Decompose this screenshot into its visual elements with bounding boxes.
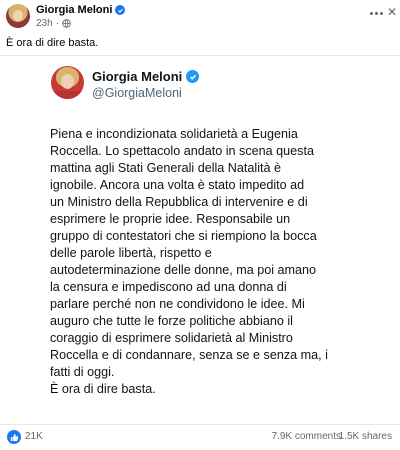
tweet-line: È ora di dire basta.	[50, 382, 156, 396]
author-name-row: Giorgia Meloni	[36, 4, 126, 16]
tweet-line: coraggio di esprimere solidarietà al Min…	[50, 331, 293, 345]
tweet-line: un Ministro della Repubblica di interven…	[50, 195, 308, 209]
like-thumb-icon	[7, 430, 21, 444]
post-header: Giorgia Meloni 23h · ✕	[0, 0, 400, 34]
tweet-text: Piena e incondizionata solidarietà a Eug…	[50, 126, 390, 398]
tweet-line: esprimere le proprie idee. Responsabile …	[50, 212, 291, 226]
tweet-line: Roccella. Lo spettacolo andato in scena …	[50, 144, 314, 158]
tweet-image[interactable]: Giorgia Meloni @GiorgiaMeloni Piena e in…	[0, 55, 400, 425]
tweet-line: Roccella e di condannare, senza se e sen…	[50, 348, 328, 362]
tweet-line: gruppo di contestatori che si riempiono …	[50, 229, 317, 243]
tweet-line: fatti di oggi.	[50, 365, 115, 379]
tweet-line: parlare perché non ne condividono le ide…	[50, 297, 305, 311]
tweet-line: Piena e incondizionata solidarietà a Eug…	[50, 127, 298, 141]
verified-check-icon	[115, 5, 126, 15]
tweet-line: auguro che tutte le forze politiche abbi…	[50, 314, 293, 328]
verified-check-icon	[186, 70, 200, 83]
tweet-name-row: Giorgia Meloni	[92, 69, 200, 84]
meta-separator: ·	[55, 18, 60, 29]
comments-count[interactable]: 7.9K comments	[272, 431, 341, 442]
tweet-handle: @GiorgiaMeloni	[92, 86, 182, 100]
tweet-author-name: Giorgia Meloni	[92, 69, 183, 84]
tweet-line: autodeterminazione delle donne, ma poi a…	[50, 263, 317, 277]
tweet-line: ignobile. Ancora una volta è stato imped…	[50, 178, 305, 192]
post-stats: 21K 7.9K comments 1.5K shares	[0, 428, 400, 448]
post-time[interactable]: 23h	[36, 18, 53, 29]
more-dots-icon[interactable]	[366, 6, 386, 20]
tweet-line: mattina agli Stati Generali della Natali…	[50, 161, 282, 175]
author-avatar[interactable]	[6, 4, 30, 28]
like-count[interactable]: 21K	[25, 431, 43, 442]
tweet-avatar	[51, 66, 84, 99]
shares-count[interactable]: 1.5K shares	[339, 431, 392, 442]
globe-icon	[62, 19, 71, 28]
close-icon[interactable]: ✕	[386, 5, 398, 19]
tweet-line: la censura e impediscono ad una donna di	[50, 280, 287, 294]
tweet-line: delle parole libertà, rispetto e	[50, 246, 212, 260]
post-meta: 23h ·	[36, 18, 71, 29]
post-caption: È ora di dire basta.	[6, 37, 99, 49]
author-name[interactable]: Giorgia Meloni	[36, 4, 112, 16]
